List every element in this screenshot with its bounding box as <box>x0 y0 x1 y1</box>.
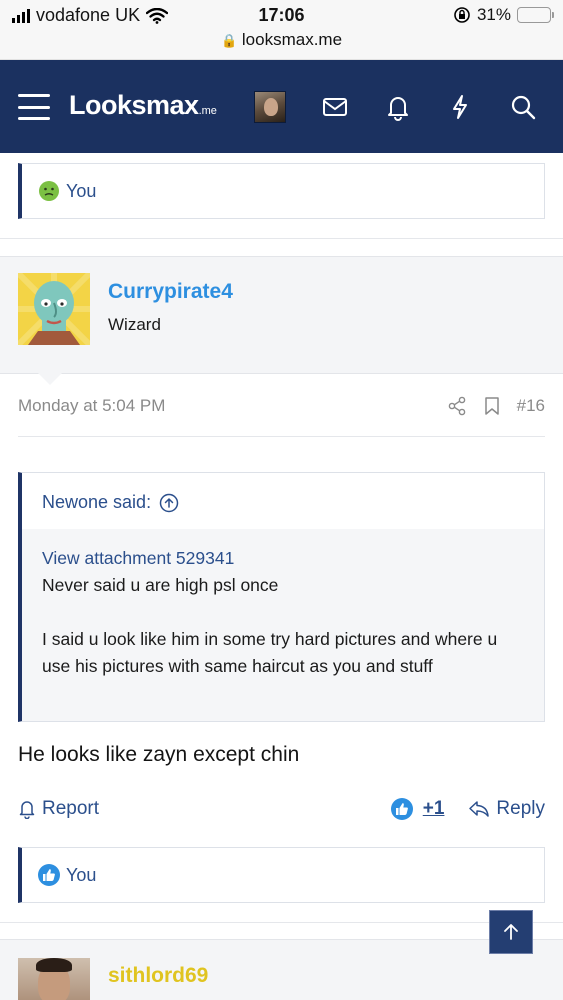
bell-icon[interactable] <box>384 93 412 121</box>
post-date[interactable]: Monday at 5:04 PM <box>18 396 165 416</box>
user-avatar[interactable] <box>254 91 286 123</box>
quote-line: Never said u are high psl once <box>42 575 279 595</box>
next-post-user-bar: sithlord69 <box>0 939 563 1000</box>
quote-block: Newone said: View attachment 529341 Neve… <box>18 472 545 722</box>
divider <box>0 922 563 923</box>
thumbs-up-icon <box>38 864 60 886</box>
attachment-link[interactable]: View attachment 529341 <box>42 545 524 572</box>
user-bar-pointer <box>38 373 62 385</box>
site-header: Looksmax.me <box>0 60 563 153</box>
divider <box>18 436 545 437</box>
post-user-bar: Currypirate4 Wizard <box>0 256 563 385</box>
arrow-up-icon <box>504 924 518 940</box>
url-bar[interactable]: 🔒 looksmax.me <box>0 30 563 50</box>
battery-percent: 31% <box>476 5 511 24</box>
reactions-bar[interactable]: You <box>18 163 545 219</box>
quote-line: I said u look like him in some try hard … <box>42 629 498 676</box>
lightning-icon[interactable] <box>446 93 474 121</box>
divider <box>0 238 563 239</box>
reaction-users[interactable]: You <box>66 865 96 886</box>
report-label: Report <box>42 798 100 819</box>
search-icon[interactable] <box>509 93 537 121</box>
reply-icon <box>469 801 490 817</box>
thumbs-up-icon[interactable] <box>390 798 413 820</box>
share-icon[interactable] <box>447 396 467 416</box>
user-avatar[interactable] <box>18 273 90 345</box>
lock-icon: 🔒 <box>220 33 238 48</box>
user-avatar[interactable] <box>18 958 90 1000</box>
report-button[interactable]: Report <box>18 798 99 820</box>
arrow-up-circle-icon[interactable] <box>159 493 179 513</box>
menu-icon[interactable] <box>18 94 50 120</box>
post-body: He looks like zayn except chin <box>18 743 300 766</box>
url-text: looksmax.me <box>241 30 343 49</box>
bookmark-icon[interactable] <box>483 396 501 416</box>
post-username[interactable]: sithlord69 <box>108 964 208 988</box>
like-count[interactable]: +1 <box>423 798 445 820</box>
user-title: Wizard <box>108 315 161 334</box>
reactions-bar[interactable]: You <box>18 847 545 903</box>
post-username[interactable]: Currypirate4 <box>108 280 233 304</box>
scroll-to-top-button[interactable] <box>489 910 533 954</box>
reply-label: Reply <box>496 798 545 819</box>
logo-suffix: .me <box>198 105 217 117</box>
battery-icon <box>517 7 554 23</box>
ios-status-bar: vodafone UK 17:06 31% 🔒 looksmax.me <box>0 0 563 60</box>
sick-face-emoji-icon <box>39 181 59 201</box>
mail-icon[interactable] <box>321 93 349 121</box>
quote-author[interactable]: Newone said: <box>42 492 151 513</box>
bell-icon <box>19 801 35 819</box>
status-right: 31% <box>453 5 554 25</box>
site-logo[interactable]: Looksmax.me <box>69 90 217 121</box>
rotation-lock-icon <box>454 7 470 23</box>
post-meta: Monday at 5:04 PM #16 <box>18 396 545 420</box>
reaction-users[interactable]: You <box>66 181 96 202</box>
logo-text: Looksmax <box>69 90 199 120</box>
post-actions: Report +1 Reply <box>18 798 545 826</box>
reply-button[interactable]: Reply <box>468 798 545 820</box>
quote-content: View attachment 529341 Never said u are … <box>22 529 544 721</box>
post-number[interactable]: #16 <box>517 396 545 416</box>
